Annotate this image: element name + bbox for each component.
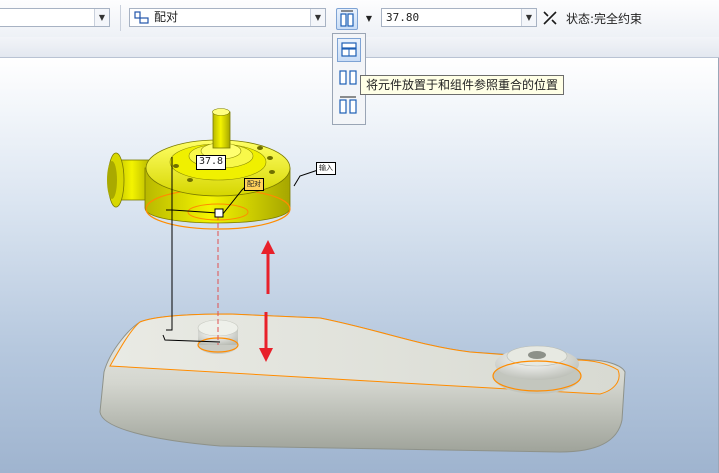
flyout-oriented-option[interactable] <box>337 66 361 90</box>
offset-type-button[interactable] <box>336 8 358 30</box>
constraint-tag-text: 配对 <box>247 180 261 188</box>
tooltip: 将元件放置于和组件参照重合的位置 <box>360 75 565 95</box>
flyout-coincident-option[interactable] <box>337 38 361 62</box>
coincident-offset-icon <box>340 10 354 27</box>
move-up-arrow <box>261 240 275 294</box>
offset-value-combo[interactable]: 37.80 ▼ <box>381 8 537 27</box>
constraint-type-combo[interactable]: 配对 ▼ <box>129 8 326 27</box>
note-tag[interactable]: 输入 <box>316 162 336 175</box>
flyout-offset-option[interactable] <box>337 94 361 118</box>
chevron-down-icon[interactable]: ▼ <box>310 9 325 26</box>
constraint-tag[interactable]: 配对 <box>244 178 264 191</box>
constraint-handle[interactable] <box>214 208 224 218</box>
constraint-status: 状态:完全约束 <box>566 12 643 26</box>
placement-combo[interactable]: ▼ <box>0 8 110 27</box>
dimension-value: 37.8 <box>199 156 224 167</box>
constraint-type-icon <box>134 11 149 24</box>
offset-value: 37.80 <box>386 11 420 24</box>
base-plate[interactable] <box>99 313 626 453</box>
offset-type-dropdown-icon[interactable]: ▼ <box>364 8 374 30</box>
toolbar-separator <box>120 5 121 31</box>
offset-icon <box>339 96 357 114</box>
coincident-icon <box>341 42 357 57</box>
constraint-type-value: 配对 <box>154 10 179 24</box>
chevron-down-icon[interactable]: ▼ <box>94 9 109 26</box>
chevron-down-icon[interactable]: ▼ <box>521 9 536 26</box>
flip-constraint-icon[interactable] <box>541 9 559 27</box>
oriented-icon <box>339 70 357 85</box>
note-tag-text: 输入 <box>319 164 333 172</box>
dimension-label[interactable]: 37.8 <box>196 155 227 170</box>
